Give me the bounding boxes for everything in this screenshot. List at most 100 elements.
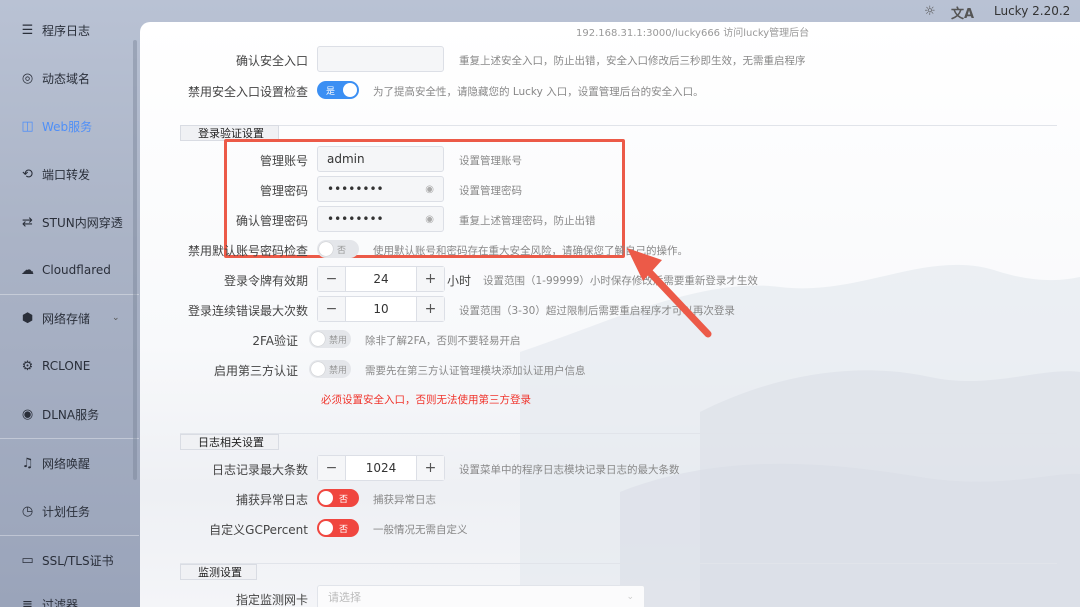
decrement-button[interactable]: − bbox=[318, 456, 345, 480]
sidebar-item-wol[interactable]: ♫ 网络唤醒 bbox=[0, 443, 139, 483]
third-party-toggle[interactable]: 禁用 bbox=[309, 360, 351, 378]
sidebar-item-ssl[interactable]: ▭ SSL/TLS证书 bbox=[0, 540, 139, 580]
monitor-section-title: 监测设置 bbox=[180, 564, 257, 580]
twofa-hint: 除非了解2FA，否则不要轻易开启 bbox=[365, 335, 521, 347]
token-stepper[interactable]: − 24 + bbox=[317, 266, 445, 292]
clock-icon: ◷ bbox=[21, 503, 34, 519]
twofa-toggle[interactable]: 禁用 bbox=[309, 330, 351, 348]
gc-toggle[interactable]: 否 bbox=[317, 519, 359, 537]
sidebar-scrollbar[interactable] bbox=[133, 40, 137, 480]
sidebar-item-label: Cloudflared bbox=[42, 263, 111, 277]
stun-icon: ⇄ bbox=[22, 214, 33, 230]
max-entries-label: 日志记录最大条数 bbox=[211, 463, 308, 477]
gc-label: 自定义GCPercent bbox=[209, 523, 308, 537]
disable-default-toggle[interactable]: 否 bbox=[317, 240, 359, 258]
max-errors-stepper[interactable]: − 10 + bbox=[317, 296, 445, 322]
disable-default-label: 禁用默认账号密码检查 bbox=[187, 244, 308, 258]
section-divider bbox=[180, 433, 1057, 434]
sidebar: ☰ 程序日志 ◎ 动态域名 ◫ Web服务 ⟲ 端口转发 ⇄ STUN内网穿透 … bbox=[0, 0, 139, 607]
sidebar-item-label: Web服务 bbox=[42, 119, 93, 134]
filter-icon: ≡ bbox=[22, 596, 33, 607]
dlna-icon: ◉ bbox=[21, 406, 34, 422]
language-icon[interactable]: 文A bbox=[951, 3, 974, 22]
decrement-button[interactable]: − bbox=[318, 297, 345, 321]
globe-icon: ◎ bbox=[21, 70, 34, 86]
toggle-knob bbox=[311, 332, 325, 346]
max-errors-label: 登录连续错误最大次数 bbox=[187, 304, 308, 318]
toggle-text: 禁用 bbox=[329, 335, 348, 346]
sidebar-item-stun[interactable]: ⇄ STUN内网穿透 bbox=[0, 202, 139, 242]
sidebar-item-label: STUN内网穿透 bbox=[42, 215, 123, 230]
confirm-entry-input[interactable] bbox=[317, 46, 444, 72]
nic-select[interactable]: 请选择 ⌄ bbox=[317, 585, 645, 607]
sidebar-item-dlna[interactable]: ◉ DLNA服务 bbox=[0, 394, 139, 434]
toggle-knob bbox=[319, 521, 333, 535]
annotation-highlight-box bbox=[224, 139, 625, 258]
access-url-text: 192.168.31.1:3000/lucky666 访问lucky管理后台 bbox=[576, 28, 810, 39]
sidebar-item-label: 程序日志 bbox=[42, 23, 91, 38]
max-errors-value[interactable]: 10 bbox=[345, 297, 417, 321]
sidebar-item-tasks[interactable]: ◷ 计划任务 bbox=[0, 491, 139, 531]
toggle-knob bbox=[319, 242, 333, 256]
nic-placeholder: 请选择 bbox=[328, 591, 361, 604]
confirm-entry-label: 确认安全入口 bbox=[235, 54, 308, 68]
settings-panel: 192.168.31.1:3000/lucky666 访问lucky管理后台 确… bbox=[140, 22, 1080, 607]
version-label: Lucky 2.20.2 bbox=[994, 4, 1071, 18]
bell-icon: ♫ bbox=[21, 455, 34, 471]
third-party-hint: 需要先在第三方认证管理模块添加认证用户信息 bbox=[365, 365, 586, 377]
third-party-label: 启用第三方认证 bbox=[213, 364, 298, 378]
max-entries-stepper[interactable]: − 1024 + bbox=[317, 455, 445, 481]
decrement-button[interactable]: − bbox=[318, 267, 345, 291]
token-value[interactable]: 24 bbox=[345, 267, 417, 291]
top-bar: ☼ 文A Lucky 2.20.2 bbox=[0, 0, 1080, 24]
sidebar-item-label: 网络唤醒 bbox=[42, 456, 91, 471]
toggle-knob bbox=[311, 362, 325, 376]
increment-button[interactable]: + bbox=[417, 297, 444, 321]
token-unit: 小时 bbox=[447, 274, 472, 288]
sidebar-divider bbox=[0, 438, 139, 439]
increment-button[interactable]: + bbox=[417, 456, 444, 480]
disable-check-label: 禁用安全入口设置检查 bbox=[187, 85, 308, 99]
rclone-icon: ⚙ bbox=[21, 358, 34, 374]
catch-toggle[interactable]: 否 bbox=[317, 489, 359, 507]
chevron-down-icon: ⌄ bbox=[112, 313, 120, 323]
gc-hint: 一般情况无需自定义 bbox=[373, 524, 468, 536]
toggle-text: 否 bbox=[337, 245, 347, 256]
sidebar-item-label: RCLONE bbox=[42, 359, 91, 373]
log-icon: ☰ bbox=[21, 22, 34, 38]
theme-toggle-icon[interactable]: ☼ bbox=[924, 4, 936, 19]
disable-check-hint: 为了提高安全性，请隐藏您的 Lucky 入口，设置管理后台的安全入口。 bbox=[373, 86, 704, 98]
sidebar-item-filter[interactable]: ≡ 过滤器 bbox=[0, 584, 139, 607]
token-hint: 设置范围（1-99999）小时保存修改后需要重新登录才生效 bbox=[483, 275, 758, 287]
section-divider bbox=[180, 125, 1057, 126]
sidebar-item-label: 网络存储 bbox=[42, 311, 91, 326]
catch-hint: 捕获异常日志 bbox=[373, 494, 436, 506]
disable-check-toggle[interactable]: 是 bbox=[317, 81, 359, 99]
max-errors-hint: 设置范围（3-30）超过限制后需要重启程序才可以再次登录 bbox=[459, 305, 735, 317]
chevron-down-icon: ⌄ bbox=[626, 592, 634, 602]
sidebar-item-web[interactable]: ◫ Web服务 bbox=[0, 106, 139, 146]
increment-button[interactable]: + bbox=[417, 267, 444, 291]
certificate-icon: ▭ bbox=[21, 552, 34, 568]
nic-label: 指定监测网卡 bbox=[235, 593, 308, 607]
max-entries-value[interactable]: 1024 bbox=[345, 456, 417, 480]
sidebar-item-storage[interactable]: ⬢ 网络存储 ⌄ bbox=[0, 298, 139, 338]
sidebar-item-port-forward[interactable]: ⟲ 端口转发 bbox=[0, 154, 139, 194]
sidebar-item-rclone[interactable]: ⚙ RCLONE bbox=[0, 346, 139, 386]
toggle-knob bbox=[319, 491, 333, 505]
cloud-icon: ☁ bbox=[21, 262, 34, 278]
sidebar-item-label: 过滤器 bbox=[42, 597, 79, 607]
toggle-text: 否 bbox=[339, 524, 349, 535]
sidebar-item-ddns[interactable]: ◎ 动态域名 bbox=[0, 58, 139, 98]
disable-default-hint: 使用默认账号和密码存在重大安全风险，请确保您了解自己的操作。 bbox=[373, 245, 688, 257]
sidebar-item-label: 计划任务 bbox=[42, 504, 91, 519]
sidebar-divider bbox=[0, 294, 139, 295]
section-divider bbox=[180, 563, 1057, 564]
toggle-text: 否 bbox=[339, 494, 349, 505]
sidebar-item-label: 端口转发 bbox=[42, 167, 91, 182]
logs-section-title: 日志相关设置 bbox=[180, 434, 279, 450]
confirm-entry-hint: 重复上述安全入口，防止出错，安全入口修改后三秒即生效，无需重启程序 bbox=[459, 55, 806, 67]
sidebar-item-cloudflared[interactable]: ☁ Cloudflared bbox=[0, 250, 139, 290]
toggle-knob bbox=[343, 83, 357, 97]
sidebar-item-logs[interactable]: ☰ 程序日志 bbox=[0, 10, 139, 50]
